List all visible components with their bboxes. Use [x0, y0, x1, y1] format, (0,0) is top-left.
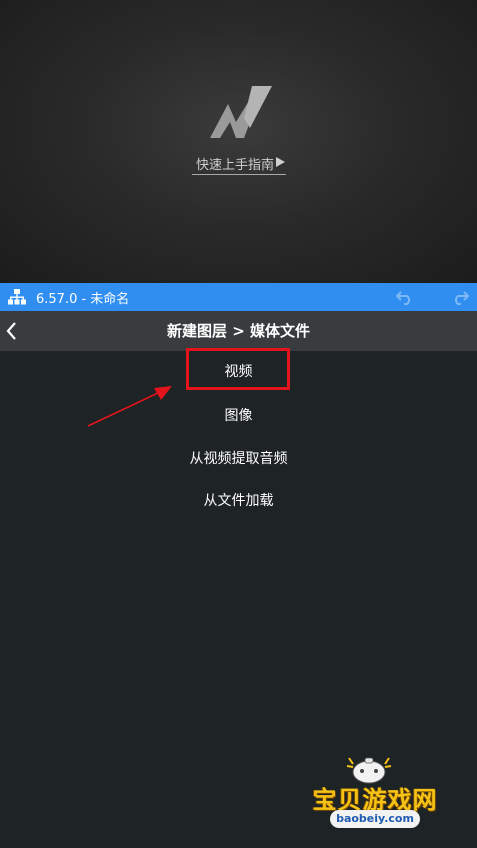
app-logo-icon [210, 86, 272, 138]
panel-title: 新建图层 > 媒体文件 [166, 322, 310, 340]
project-bar: 6.57.0 - 未命名 [0, 283, 477, 311]
project-title: 6.57.0 - 未命名 [36, 292, 130, 307]
quick-start-guide-link[interactable]: 快速上手指南 [192, 152, 286, 178]
menu-item-image[interactable]: 图像 [0, 396, 477, 436]
play-icon [276, 157, 285, 167]
undo-icon[interactable] [396, 289, 414, 305]
quick-start-guide-label: 快速上手指南 [196, 158, 275, 173]
layer-tree-icon[interactable] [8, 289, 26, 305]
menu-item-load-from-file[interactable]: 从文件加载 [0, 481, 477, 521]
redo-icon[interactable] [451, 289, 469, 305]
highlight-box [186, 348, 290, 390]
watermark: 宝贝游戏网 baobeiy.com [300, 752, 450, 832]
annotation-arrow-icon [87, 386, 172, 427]
menu-item-extract-audio[interactable]: 从视频提取音频 [0, 439, 477, 479]
watermark-url: baobeiy.com [330, 810, 420, 828]
panel-header: 新建图层 > 媒体文件 [0, 311, 477, 351]
preview-area: 快速上手指南 [0, 0, 477, 283]
guide-underline [192, 174, 286, 175]
